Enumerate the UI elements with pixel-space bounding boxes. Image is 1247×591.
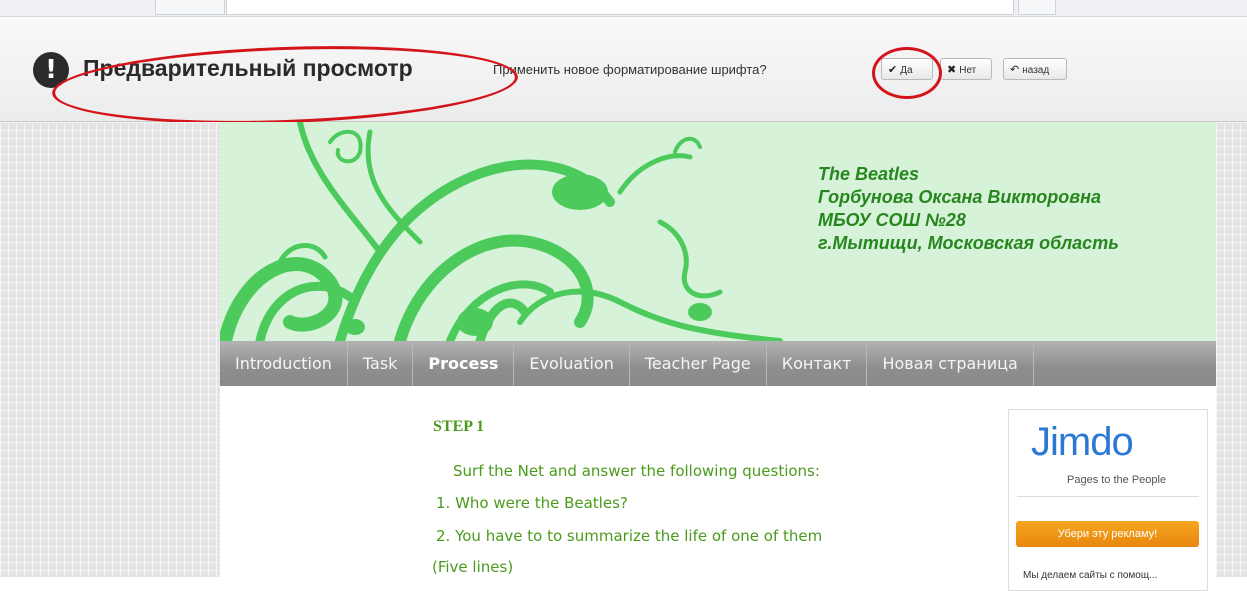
exclamation-icon: ! xyxy=(33,52,69,88)
no-button[interactable]: ✖ Нет xyxy=(940,58,992,80)
nav-item-introduction[interactable]: Introduction xyxy=(220,341,348,386)
back-button-label: назад xyxy=(1022,65,1050,76)
content-line-note: (Five lines) xyxy=(432,558,514,576)
jimdo-sidebar: Jimdo Pages to the People Убери эту рекл… xyxy=(1008,409,1208,591)
nav-item-task[interactable]: Task xyxy=(348,341,414,386)
content-line-question-2: 2. You have to to summarize the life of … xyxy=(436,527,823,545)
site-header-info: The Beatles Горбунова Оксана Викторовна … xyxy=(818,163,1119,255)
preview-bar: ! Предварительный просмотр Применить нов… xyxy=(0,17,1247,132)
nav-item-process[interactable]: Process xyxy=(413,341,515,386)
nav-item-teacher-page[interactable]: Teacher Page xyxy=(630,341,767,386)
preview-title: Предварительный просмотр xyxy=(83,55,413,81)
no-button-label: Нет xyxy=(959,65,977,76)
back-arrow-icon: ↶ xyxy=(1010,64,1020,76)
browser-tab-segment[interactable] xyxy=(155,0,225,15)
sidebar-promo-text: Мы делаем сайты с помощ... xyxy=(1023,570,1158,581)
preview-question: Применить новое форматирование шрифта? xyxy=(493,62,767,77)
nav-item-new-page[interactable]: Новая страница xyxy=(867,341,1034,386)
browser-address-bar[interactable] xyxy=(226,0,1014,15)
browser-button-segment[interactable] xyxy=(1018,0,1056,15)
header-line-band: The Beatles xyxy=(818,164,920,184)
nav-item-evoluation[interactable]: Evoluation xyxy=(514,341,630,386)
jimdo-tagline: Pages to the People xyxy=(1067,474,1167,486)
vine-ornament-icon xyxy=(220,122,783,341)
browser-toolbar-strip xyxy=(0,0,1247,17)
yes-button-label: Да xyxy=(900,65,913,76)
main-content: STEP 1 Surf the Net and answer the follo… xyxy=(220,386,1216,591)
site-nav: Introduction Task Process Evoluation Tea… xyxy=(220,341,1216,386)
checkmark-icon: ✔ xyxy=(888,64,898,76)
site-header: The Beatles Горбунова Оксана Викторовна … xyxy=(220,122,1216,341)
header-line-school: МБОУ СОШ №28 xyxy=(818,210,966,230)
sidebar-divider xyxy=(1017,496,1199,497)
page-background-right xyxy=(1216,122,1247,577)
remove-ad-button[interactable]: Убери эту рекламу! xyxy=(1016,521,1199,547)
back-button[interactable]: ↶ назад xyxy=(1003,58,1067,80)
website-container: The Beatles Горбунова Оксана Викторовна … xyxy=(220,122,1216,591)
header-line-location: г.Мытищи, Московская область xyxy=(818,233,1119,253)
content-line-intro: Surf the Net and answer the following qu… xyxy=(453,462,820,480)
step-heading: STEP 1 xyxy=(433,418,485,435)
jimdo-logo[interactable]: Jimdo xyxy=(1031,420,1134,465)
cross-icon: ✖ xyxy=(947,64,957,76)
content-line-question-1: 1. Who were the Beatles? xyxy=(436,494,628,512)
yes-button[interactable]: ✔ Да xyxy=(881,58,933,80)
nav-item-contact[interactable]: Контакт xyxy=(767,341,868,386)
title-highlight-ellipse xyxy=(50,38,520,132)
header-line-author: Горбунова Оксана Викторовна xyxy=(818,187,1102,207)
